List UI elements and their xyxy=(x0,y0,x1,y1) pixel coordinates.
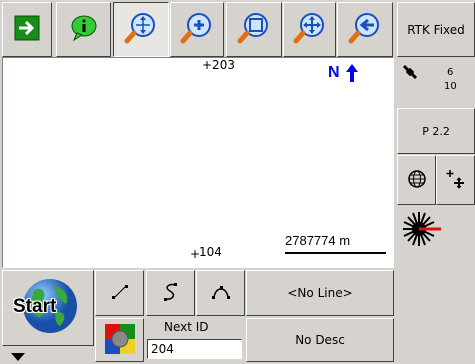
description-button[interactable]: No Desc xyxy=(246,318,394,362)
pan-button[interactable] xyxy=(283,2,336,57)
laser-burst-icon xyxy=(401,209,445,252)
sats-used: 6 xyxy=(447,67,454,78)
point-203-label[interactable]: +203 xyxy=(202,58,235,72)
color-palette-icon xyxy=(104,323,135,357)
laser-button[interactable] xyxy=(397,207,445,252)
pdop-button[interactable]: P 2.2 xyxy=(397,108,475,154)
line-mode-button[interactable] xyxy=(95,270,144,316)
right-panel-filler xyxy=(397,252,475,362)
gps-status-button[interactable]: RTK Fixed xyxy=(397,2,475,57)
next-arrow-icon xyxy=(14,15,40,44)
zoom-in-button[interactable] xyxy=(170,2,224,57)
globe-button[interactable] xyxy=(397,155,436,205)
curve-mode-button[interactable] xyxy=(146,270,195,316)
zoom-in-icon xyxy=(180,11,214,48)
next-id-label: Next ID xyxy=(164,320,209,334)
offset-button[interactable] xyxy=(436,155,475,205)
line-select-label: <No Line> xyxy=(287,286,353,300)
sats-total: 10 xyxy=(444,81,457,92)
pdop-label: P 2.2 xyxy=(422,124,450,138)
next-button[interactable] xyxy=(2,2,52,57)
north-arrow-icon xyxy=(345,63,359,86)
zoom-previous-button[interactable] xyxy=(337,2,393,57)
zoom-extents-icon xyxy=(124,11,158,48)
map-view[interactable]: +203 N + 104 2787774 m xyxy=(2,57,394,268)
color-button[interactable] xyxy=(95,318,144,362)
info-balloon-icon xyxy=(69,14,99,45)
description-label: No Desc xyxy=(295,333,345,347)
zoom-previous-icon xyxy=(348,11,382,48)
zoom-window-icon xyxy=(237,11,271,48)
globe-icon xyxy=(407,169,427,192)
next-id-field[interactable]: 204 xyxy=(147,339,242,359)
s-curve-icon xyxy=(162,282,180,305)
fix-status-label: RTK Fixed xyxy=(407,22,465,37)
straight-line-icon xyxy=(111,283,129,304)
zoom-window-button[interactable] xyxy=(226,2,282,57)
line-select-button[interactable]: <No Line> xyxy=(246,270,394,316)
satellite-status[interactable]: 6 10 xyxy=(397,57,475,105)
crosshair-offset-icon xyxy=(445,168,467,193)
satellite-icon xyxy=(401,63,419,84)
north-label: N xyxy=(328,64,340,81)
point-104-label[interactable]: 104 xyxy=(199,245,222,259)
pan-icon xyxy=(293,11,327,48)
next-id-group: Next ID 204 xyxy=(146,318,244,362)
info-button[interactable] xyxy=(56,2,111,57)
start-button[interactable]: Start xyxy=(2,270,94,346)
arc-mode-button[interactable] xyxy=(196,270,245,316)
next-id-value: 204 xyxy=(151,342,174,356)
scale-bar-label: 2787774 m xyxy=(285,233,351,248)
start-label: Start xyxy=(13,296,57,317)
zoom-extents-button[interactable] xyxy=(113,2,169,57)
menu-toggle[interactable] xyxy=(2,346,94,362)
arc-icon xyxy=(211,284,231,303)
scale-bar xyxy=(285,252,386,254)
